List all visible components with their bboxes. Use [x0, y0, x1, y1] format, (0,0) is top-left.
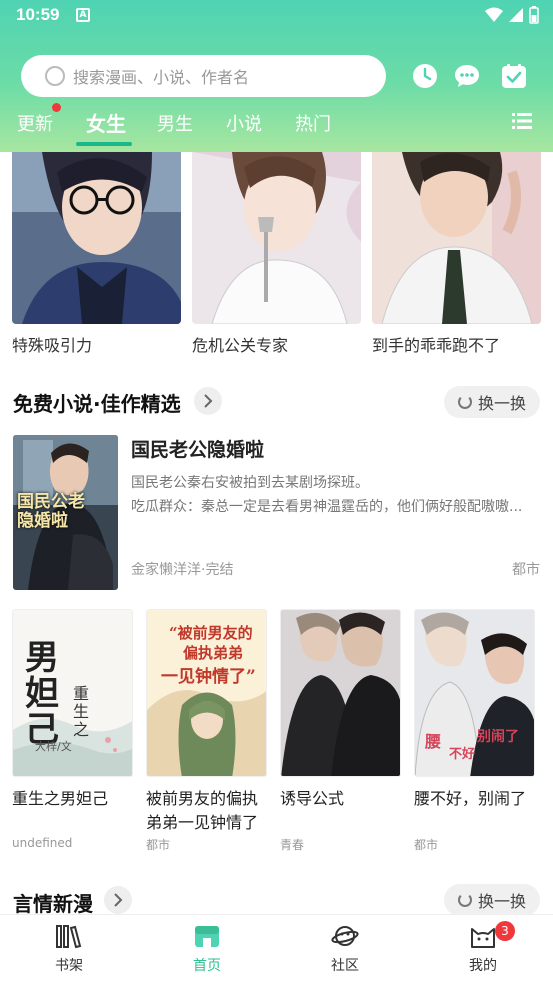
refresh-icon — [457, 893, 472, 907]
history-clock-icon[interactable] — [412, 63, 438, 89]
book-cover[interactable] — [280, 609, 401, 777]
featured-novel-tag: 都市 — [512, 562, 540, 578]
book-cover-line: 一见钟情了” — [161, 667, 256, 687]
message-icon[interactable] — [454, 63, 480, 89]
tab-female[interactable]: 女生 — [86, 108, 126, 137]
featured-novel-cover[interactable]: 国民公老 隐婚啦 — [13, 435, 118, 590]
book-cover-title: 男妲己 — [25, 638, 59, 750]
search-input[interactable]: 搜索漫画、小说、作者名 — [21, 55, 386, 97]
cat-profile-icon — [471, 928, 495, 948]
app-root: 10:59 A 搜索漫画、小说、作者名 更新 女生 男生 小说 热门 特殊吸引力… — [0, 0, 553, 984]
book-cover[interactable]: 腰 不好 别闹了 — [414, 609, 535, 777]
status-time: 10:59 — [16, 5, 60, 24]
tab-updates[interactable]: 更新 — [17, 110, 53, 136]
book-cover-subtitle: 重生之 — [73, 684, 90, 739]
comic-title[interactable]: 到手的乖乖跑不了 — [372, 332, 500, 356]
nav-home[interactable]: 首页 — [167, 923, 247, 975]
planet-icon — [331, 926, 359, 946]
book-cover-author: 大梓/文 — [35, 740, 72, 753]
bottom-navigation: 书架 首页 社区 我的 — [0, 914, 553, 984]
section-title-romance[interactable]: 言情新漫 — [13, 888, 93, 917]
book-cover-line: 腰 — [425, 732, 442, 751]
comic-cover[interactable] — [192, 152, 361, 324]
active-tab-indicator — [76, 142, 132, 146]
book-title[interactable]: 诱导公式 — [280, 787, 405, 811]
comic-cover-art — [372, 152, 541, 324]
description-line: 国民老公秦右安被拍到去某剧场探班。 — [131, 475, 369, 491]
book-title[interactable]: 腰不好，别闹了 — [414, 787, 539, 811]
checkin-icon[interactable] — [501, 63, 527, 89]
tab-male[interactable]: 男生 — [157, 110, 193, 136]
book-tag: 都市 — [414, 838, 439, 852]
section-more-button[interactable] — [104, 886, 132, 914]
top-comics-row: 特殊吸引力 危机公关专家 到手的乖乖跑不了 — [0, 152, 553, 362]
book-cover-line: 别闹了 — [477, 729, 519, 745]
comic-cover[interactable] — [12, 152, 181, 324]
notification-a-icon: A — [76, 8, 90, 22]
nav-label: 首页 — [193, 958, 221, 974]
tab-popular[interactable]: 热门 — [295, 110, 331, 136]
section-title-novels[interactable]: 免费小说·佳作精选 — [13, 388, 181, 417]
update-dot — [52, 103, 61, 112]
comic-cover[interactable] — [372, 152, 541, 324]
nav-label: 书架 — [55, 958, 83, 974]
book-cover-line: 不好 — [449, 747, 476, 762]
category-menu-icon[interactable] — [512, 112, 532, 130]
nav-community[interactable]: 社区 — [305, 923, 385, 975]
book-cover-line: “被前男友的 — [169, 624, 253, 642]
section-more-button[interactable] — [194, 387, 222, 415]
search-placeholder: 搜索漫画、小说、作者名 — [73, 68, 250, 87]
swap-label: 换一换 — [477, 892, 526, 911]
signal-icon — [509, 8, 523, 22]
comic-cover-art — [12, 152, 181, 324]
wifi-icon — [485, 7, 503, 22]
featured-novel-meta: 金家懒洋洋·完结 — [131, 562, 234, 578]
battery-icon — [529, 6, 539, 24]
refresh-icon — [457, 395, 472, 409]
book-cover[interactable]: 男妲己 重生之 大梓/文 — [12, 609, 133, 777]
header: 10:59 A 搜索漫画、小说、作者名 更新 女生 男生 小说 热门 — [0, 0, 553, 152]
chevron-right-icon — [204, 394, 213, 408]
book-cover-art — [281, 610, 400, 776]
book-cover-line: 偏执弟弟 — [183, 644, 244, 662]
nav-label: 我的 — [469, 958, 497, 974]
book-tag: 青春 — [280, 838, 305, 852]
novel-cover-title: 国民公老 隐婚啦 — [17, 492, 85, 531]
bookshelf-icon — [56, 925, 82, 949]
book-title[interactable]: 被前男友的偏执弟弟一见钟情了 — [146, 787, 271, 835]
nav-label: 社区 — [331, 958, 359, 974]
nav-bookshelf[interactable]: 书架 — [29, 923, 109, 975]
home-icon — [195, 926, 219, 947]
chevron-right-icon — [114, 893, 123, 907]
featured-novel-description: 国民老公秦右安被拍到去某剧场探班。 吃瓜群众：秦总一定是去看男神温霆岳的，他们俩… — [131, 471, 541, 519]
book-cover[interactable]: “被前男友的 偏执弟弟 一见钟情了” — [146, 609, 267, 777]
description-line: 吃瓜群众：秦总一定是去看男神温霆岳的，他们俩好般配嗷嗷... — [131, 499, 523, 515]
comic-title[interactable]: 特殊吸引力 — [12, 332, 92, 356]
featured-novel-title[interactable]: 国民老公隐婚啦 — [131, 435, 264, 462]
search-icon — [45, 66, 65, 86]
tab-novels[interactable]: 小说 — [226, 110, 262, 136]
book-tag: undefined — [12, 836, 73, 850]
swap-button[interactable]: 换一换 — [444, 884, 540, 916]
notification-badge: 3 — [495, 921, 515, 941]
book-title[interactable]: 重生之男妲己 — [12, 787, 137, 811]
swap-button[interactable]: 换一换 — [444, 386, 540, 418]
comic-cover-art — [192, 152, 361, 324]
swap-label: 换一换 — [477, 394, 526, 413]
status-bar: 10:59 A — [0, 0, 553, 30]
book-tag: 都市 — [146, 838, 171, 852]
comic-title[interactable]: 危机公关专家 — [192, 332, 288, 356]
